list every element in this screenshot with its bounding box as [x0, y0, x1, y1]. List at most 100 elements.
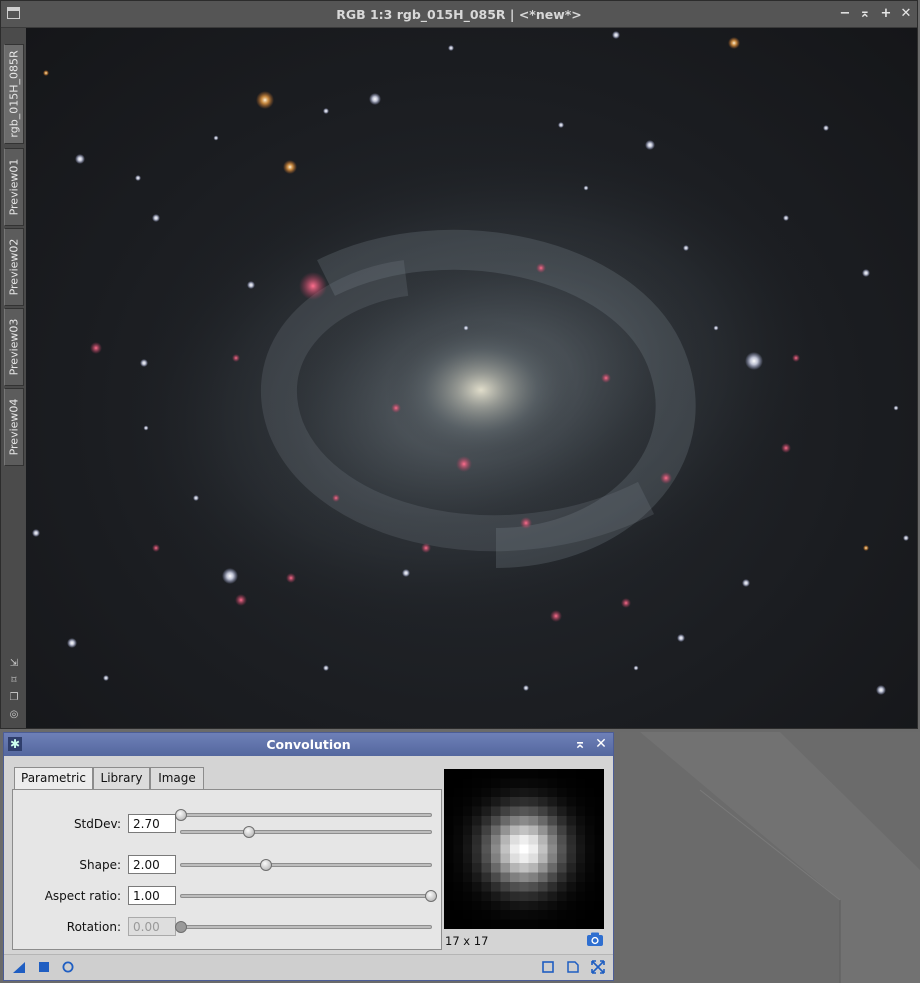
maximize-button[interactable]: +	[878, 6, 894, 22]
target-icon[interactable]: ◎	[8, 709, 20, 721]
kernel-cell	[462, 769, 473, 779]
kernel-cell	[500, 806, 510, 817]
shape-field[interactable]	[128, 855, 176, 874]
kernel-cell	[585, 891, 595, 901]
kernel-cell	[575, 919, 586, 929]
kernel-cell	[472, 853, 482, 864]
kernel-cell	[538, 919, 548, 929]
kernel-cell	[444, 806, 454, 817]
tab-preview01[interactable]: Preview01	[4, 148, 24, 226]
duplicate-icon[interactable]: ❐	[8, 692, 20, 704]
document-icon[interactable]	[566, 960, 580, 974]
close-button[interactable]: ✕	[898, 6, 914, 22]
kernel-preview	[444, 769, 604, 929]
kernel-cell	[500, 853, 510, 864]
kernel-cell	[575, 769, 586, 779]
stddev-fine-slider[interactable]	[180, 826, 432, 838]
kernel-cell	[500, 769, 510, 779]
kernel-cell	[509, 787, 520, 798]
rotation-thumb	[175, 921, 187, 933]
stddev-label: StdDev:	[73, 817, 121, 831]
kernel-cell	[453, 787, 463, 798]
zoom-arrow-icon[interactable]: ⇲	[8, 658, 20, 670]
kernel-cell	[575, 844, 586, 854]
kernel-cell	[528, 816, 539, 826]
kernel-cell	[444, 863, 454, 873]
kernel-cell	[566, 910, 576, 920]
image-window[interactable]: RGB 1:3 rgb_015H_085R | <*new*> − ⌅ + ✕ …	[0, 0, 918, 729]
kernel-cell	[585, 806, 595, 817]
aspect-ratio-thumb[interactable]	[425, 890, 437, 902]
preview-icon[interactable]	[541, 960, 555, 974]
shade-button[interactable]: ⌅	[857, 6, 873, 22]
kernel-cell	[594, 844, 604, 854]
minimize-button[interactable]: −	[837, 6, 853, 22]
stddev-fine-thumb[interactable]	[242, 826, 255, 838]
kernel-cell	[509, 863, 520, 873]
kernel-cell	[453, 797, 463, 807]
fit-icon[interactable]: ⌑	[8, 675, 20, 687]
kernel-cell	[538, 910, 548, 920]
new-instance-icon[interactable]	[12, 960, 26, 974]
convolution-titlebar[interactable]: ✱ Convolution ⌅ ✕	[4, 733, 613, 756]
image-canvas[interactable]	[26, 28, 917, 728]
kernel-cell	[509, 919, 520, 929]
kernel-cell	[594, 891, 604, 901]
kernel-cell	[453, 769, 463, 779]
shade-icon[interactable]: ⌅	[572, 736, 588, 752]
reset-icon[interactable]	[61, 960, 75, 974]
camera-icon[interactable]	[586, 931, 604, 947]
convolution-dialog[interactable]: ✱ Convolution ⌅ ✕ Parametric Library Ima…	[3, 732, 614, 981]
aspect-ratio-slider[interactable]	[180, 890, 437, 902]
tab-preview04[interactable]: Preview04	[4, 388, 24, 466]
shape-thumb[interactable]	[260, 859, 272, 871]
kernel-cell	[528, 787, 539, 798]
kernel-cell	[519, 778, 529, 788]
stddev-field[interactable]	[128, 814, 176, 833]
image-window-titlebar[interactable]: RGB 1:3 rgb_015H_085R | <*new*> − ⌅ + ✕	[1, 1, 917, 28]
kernel-cell	[500, 881, 510, 892]
kernel-cell	[491, 872, 501, 882]
expand-icon[interactable]	[591, 960, 605, 974]
tab-library[interactable]: Library	[93, 767, 150, 789]
kernel-cell	[538, 806, 548, 817]
kernel-cell	[500, 844, 510, 854]
tab-parametric[interactable]: Parametric	[14, 767, 93, 790]
kernel-cell	[547, 778, 557, 788]
kernel-cell	[500, 872, 510, 882]
kernel-cell	[538, 881, 548, 892]
kernel-cell	[538, 891, 548, 901]
tab-main-view[interactable]: rgb_015H_085R	[4, 44, 24, 144]
kernel-cell	[575, 806, 586, 817]
kernel-cell	[444, 910, 454, 920]
kernel-cell	[491, 787, 501, 798]
tab-preview02[interactable]: Preview02	[4, 228, 24, 306]
kernel-cell	[500, 900, 510, 911]
stddev-coarse-thumb[interactable]	[175, 809, 187, 821]
kernel-cell	[519, 863, 529, 873]
kernel-cell	[594, 797, 604, 807]
tab-preview03[interactable]: Preview03	[4, 308, 24, 386]
kernel-cell	[594, 787, 604, 798]
kernel-cell	[528, 891, 539, 901]
kernel-cell	[594, 816, 604, 826]
shape-label: Shape:	[79, 858, 121, 872]
apply-global-icon[interactable]	[37, 960, 51, 974]
tab-image[interactable]: Image	[150, 767, 204, 789]
kernel-cell	[481, 910, 492, 920]
kernel-cell	[519, 872, 529, 882]
stddev-coarse-slider[interactable]	[175, 809, 432, 821]
kernel-cell	[509, 872, 520, 882]
kernel-cell	[566, 900, 576, 911]
rotation-field	[128, 917, 176, 936]
shape-slider[interactable]	[180, 859, 432, 871]
kernel-cell	[538, 778, 548, 788]
kernel-cell	[472, 806, 482, 817]
kernel-cell	[481, 863, 492, 873]
kernel-cell	[444, 825, 454, 835]
kernel-cell	[566, 872, 576, 882]
dialog-close-icon[interactable]: ✕	[593, 736, 609, 752]
aspect-ratio-field[interactable]	[128, 886, 176, 905]
kernel-cell	[481, 872, 492, 882]
kernel-cell	[509, 900, 520, 911]
